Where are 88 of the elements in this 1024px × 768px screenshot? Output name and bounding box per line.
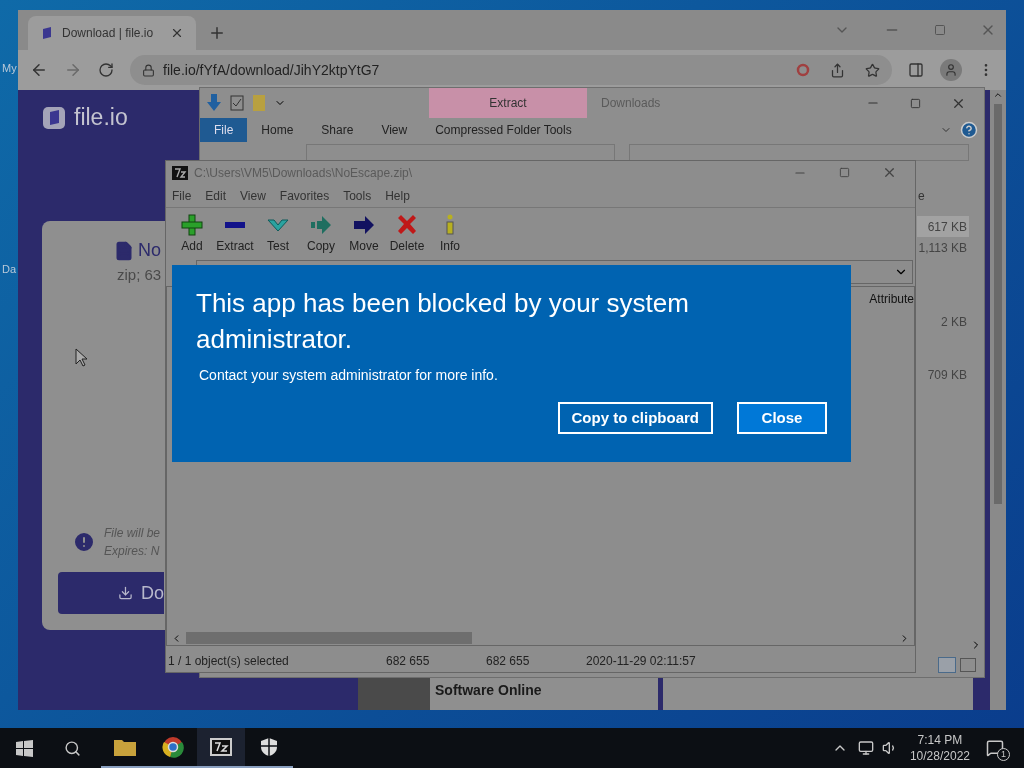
dialog-title: This app has been blocked by your system administrator. bbox=[196, 287, 690, 356]
toolbar-button[interactable]: Copy bbox=[301, 213, 341, 255]
status-text: 682 655 bbox=[385, 653, 431, 670]
column-header: Attribute bbox=[869, 291, 914, 308]
person-icon bbox=[944, 63, 958, 77]
file-io-logo-icon bbox=[42, 105, 66, 130]
file-icon bbox=[114, 240, 134, 261]
desktop-icon-label: Da bbox=[2, 261, 17, 277]
file-size-cell[interactable]: 2 KB bbox=[917, 311, 969, 332]
browser-tab[interactable]: Download | file.io bbox=[28, 16, 196, 50]
network-icon[interactable] bbox=[857, 740, 874, 756]
menu-item[interactable]: Help bbox=[385, 186, 410, 205]
toolbar-button[interactable]: Move bbox=[344, 213, 384, 255]
help-icon[interactable] bbox=[960, 121, 978, 139]
reload-icon[interactable] bbox=[98, 62, 114, 78]
folder-icon bbox=[252, 94, 266, 112]
menu-item[interactable]: Tools bbox=[343, 186, 372, 205]
properties-icon bbox=[230, 95, 244, 111]
toolbar-button[interactable]: Test bbox=[258, 213, 298, 255]
thumbnail-view-icon[interactable] bbox=[960, 658, 976, 672]
file-name: No bbox=[138, 239, 161, 263]
maximize-icon[interactable] bbox=[934, 24, 946, 36]
cross-icon bbox=[395, 213, 419, 237]
arrow-icon bbox=[352, 213, 376, 237]
expiry-note: Expires: N bbox=[104, 543, 160, 561]
ribbon-tab[interactable]: Home bbox=[247, 118, 308, 142]
app-logo-icon bbox=[172, 165, 188, 180]
start-icon[interactable] bbox=[16, 739, 33, 757]
toolbar-button[interactable]: Add bbox=[172, 213, 212, 255]
details-view-icon[interactable] bbox=[938, 657, 956, 673]
side-panel-icon[interactable] bbox=[908, 62, 924, 78]
contextual-tab-header: Extract bbox=[429, 88, 587, 118]
forward-icon[interactable] bbox=[64, 61, 82, 79]
address-field[interactable]: file.io/fYfA/download/JihY2ktpYtG7 bbox=[130, 55, 892, 85]
status-text: 2020-11-29 02:11:57 bbox=[585, 653, 697, 670]
status-text: 1 / 1 object(s) selected bbox=[167, 653, 290, 670]
ribbon-tab[interactable]: File bbox=[200, 118, 248, 142]
folder-icon bbox=[114, 738, 136, 756]
notifications-icon[interactable] bbox=[986, 739, 1004, 757]
ribbon-tab[interactable]: Share bbox=[307, 118, 368, 142]
plus-icon bbox=[180, 213, 204, 237]
desktop-icon-label: My bbox=[2, 61, 17, 76]
search-icon[interactable] bbox=[64, 739, 81, 757]
dialog-message: Contact your system administrator for more info. bbox=[198, 366, 499, 385]
dialog-button[interactable]: Copy to clipboard bbox=[557, 402, 713, 434]
favicon-icon bbox=[40, 26, 54, 40]
toolbar-button[interactable]: Info bbox=[430, 213, 470, 255]
minus-icon bbox=[225, 222, 245, 228]
expiry-note: File will be bbox=[104, 525, 160, 543]
ribbon-tab[interactable]: Compressed Folder Tools bbox=[421, 118, 586, 142]
file-size-cell[interactable]: 1,113 KB bbox=[917, 237, 969, 258]
file-size-cell[interactable]: 617 KB bbox=[917, 216, 969, 237]
menu-item[interactable]: Favorites bbox=[279, 186, 330, 205]
scroll-thumb[interactable] bbox=[994, 104, 1002, 504]
arrow-icon bbox=[309, 213, 333, 237]
lock-icon bbox=[142, 63, 155, 77]
profile-avatar[interactable] bbox=[940, 59, 962, 81]
share-icon[interactable] bbox=[830, 62, 845, 78]
menu-item[interactable]: View bbox=[240, 186, 266, 205]
bookmark-star-icon[interactable] bbox=[865, 62, 880, 78]
file-size-cell[interactable]: 709 KB bbox=[917, 364, 969, 385]
toolbar-button[interactable]: Extract bbox=[215, 213, 255, 255]
ribbon-tab[interactable]: View bbox=[367, 118, 422, 142]
maximize-icon[interactable] bbox=[839, 167, 850, 178]
archive-app-icon bbox=[210, 738, 232, 756]
clock[interactable]: 7:14 PM 10/28/2022 bbox=[909, 732, 970, 764]
scroll-up-icon[interactable] bbox=[993, 90, 1003, 100]
back-icon[interactable] bbox=[30, 61, 48, 79]
new-tab-icon[interactable] bbox=[208, 24, 226, 42]
dialog-button[interactable]: Close bbox=[737, 402, 827, 434]
browser-icon bbox=[162, 736, 184, 758]
taskbar-app-icon[interactable] bbox=[197, 728, 245, 768]
close-icon[interactable] bbox=[170, 26, 184, 40]
shield-icon bbox=[260, 737, 278, 757]
download-button[interactable]: Do bbox=[58, 572, 164, 615]
logo-text: file.io bbox=[74, 103, 128, 133]
status-text: 682 655 bbox=[485, 653, 531, 670]
menu-item[interactable]: Edit bbox=[205, 186, 227, 205]
notification-badge: 1 bbox=[997, 748, 1010, 761]
menu-item[interactable]: File bbox=[172, 186, 192, 205]
toolbar-button[interactable]: Delete bbox=[387, 213, 427, 255]
maximize-icon[interactable] bbox=[910, 97, 921, 109]
column-header: e bbox=[918, 188, 925, 205]
file-meta: zip; 63 bbox=[117, 265, 162, 286]
mouse-cursor-icon bbox=[75, 348, 87, 367]
scroll-thumb[interactable] bbox=[186, 632, 472, 644]
close-icon[interactable] bbox=[882, 165, 897, 180]
download-arrow-icon bbox=[206, 94, 222, 112]
